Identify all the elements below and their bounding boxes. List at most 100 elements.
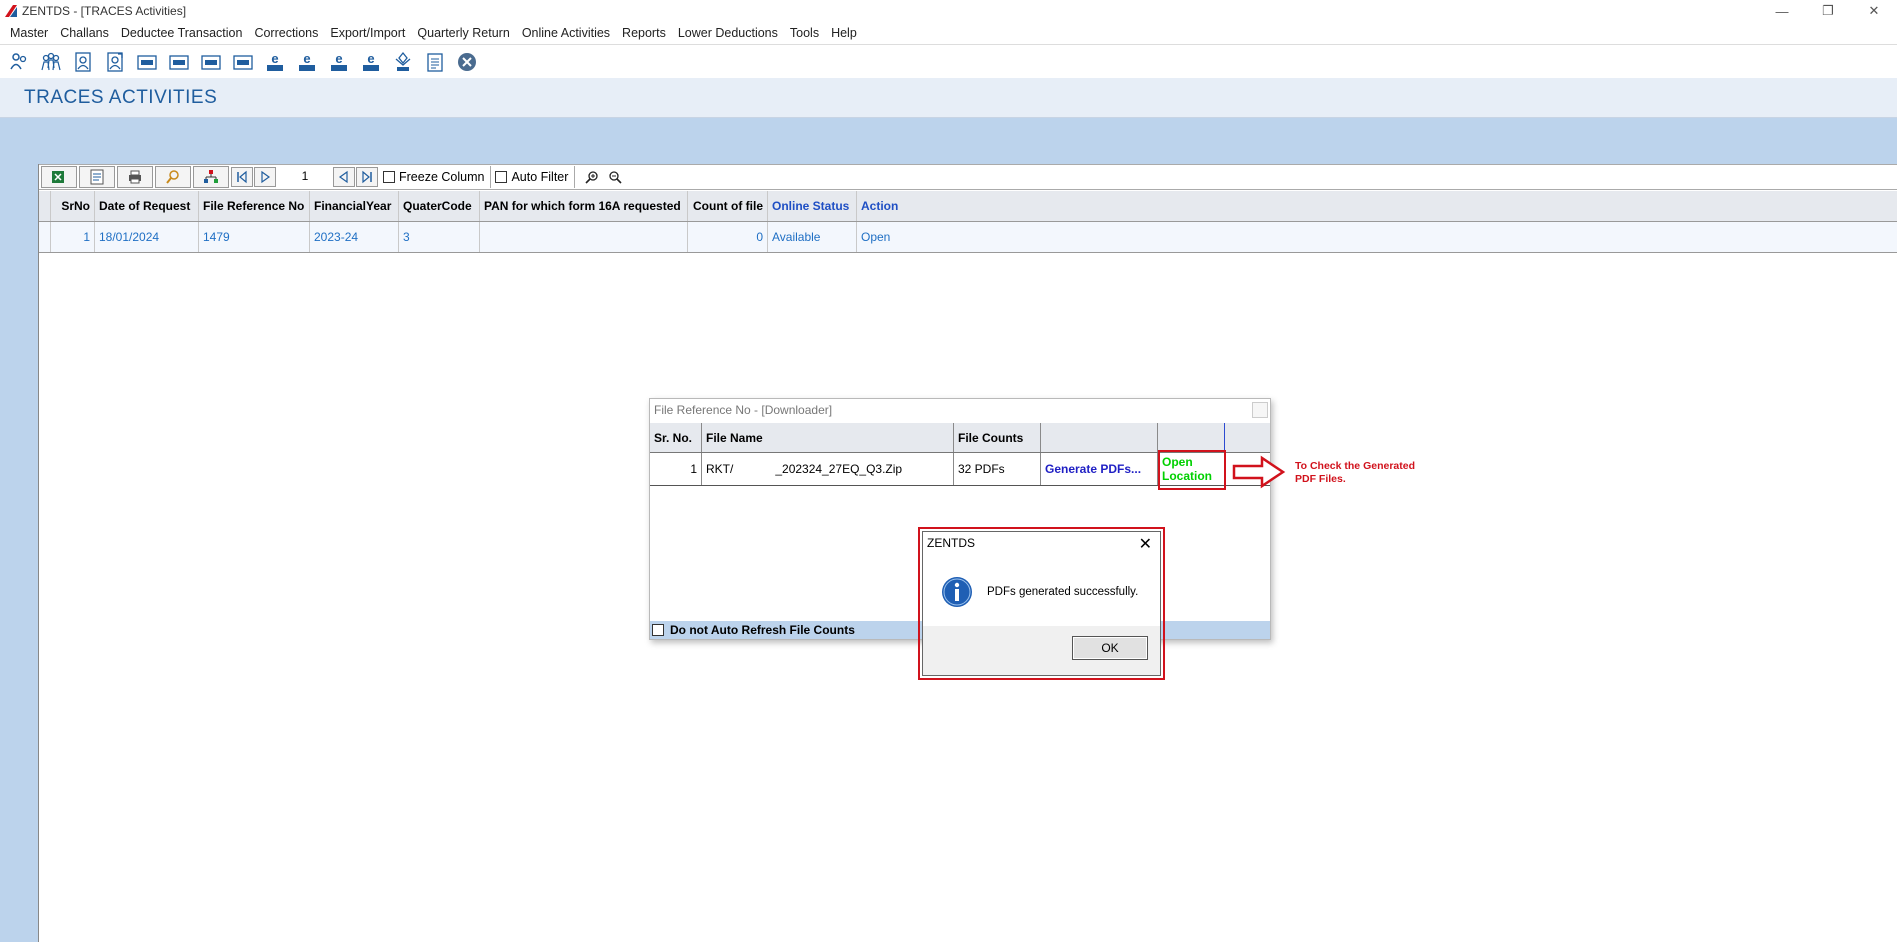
menu-online-activities[interactable]: Online Activities [516, 26, 616, 40]
auto-refresh-label: Do not Auto Refresh File Counts [670, 623, 855, 637]
window-controls: — ❐ ✕ [1759, 0, 1897, 22]
csv-icon [90, 169, 104, 185]
employee-icon[interactable] [68, 48, 98, 76]
message-box: ZENTDS ✕ PDFs generated successfully. OK [922, 531, 1161, 676]
downloader-close-button[interactable] [1252, 402, 1268, 418]
print-button[interactable] [117, 166, 153, 188]
auto-refresh-checkbox[interactable] [652, 624, 664, 636]
form27q-icon[interactable] [196, 48, 226, 76]
message-box-title: ZENTDS [927, 536, 975, 550]
title-bar: ZENTDS - [TRACES Activities] — ❐ ✕ [0, 0, 1897, 22]
menu-quarterly-return[interactable]: Quarterly Return [411, 26, 515, 40]
first-page-icon [237, 170, 247, 184]
excel-icon [52, 171, 64, 183]
form27eq-icon[interactable] [228, 48, 258, 76]
cell-quarter: 3 [399, 222, 480, 252]
auto-filter-toggle[interactable]: Auto Filter [495, 166, 576, 188]
export-csv-button[interactable] [79, 166, 115, 188]
exit-icon[interactable] [452, 48, 482, 76]
menu-lower-deductions[interactable]: Lower Deductions [672, 26, 784, 40]
downloader-title: File Reference No - [Downloader] [650, 399, 1270, 421]
menu-help[interactable]: Help [825, 26, 863, 40]
find-button[interactable] [155, 166, 191, 188]
deductor-icon[interactable] [4, 48, 34, 76]
dl-col-file-name: File Name [702, 423, 954, 452]
freeze-column-checkbox[interactable] [383, 171, 395, 183]
zoom-out-button[interactable] [604, 167, 626, 187]
generate-pdfs-link[interactable]: Generate PDFs... [1041, 453, 1158, 485]
col-date-of-request[interactable]: Date of Request [95, 191, 199, 221]
main-toolbar: e e e e [0, 44, 1897, 78]
e24q-icon[interactable]: e [260, 48, 290, 76]
form26q-icon[interactable] [164, 48, 194, 76]
message-box-close-button[interactable]: ✕ [1139, 534, 1152, 554]
file-name-prefix: RKT/ [706, 462, 734, 476]
first-page-button[interactable] [231, 167, 253, 187]
menu-reports[interactable]: Reports [616, 26, 672, 40]
page-number[interactable]: 1 [277, 166, 333, 188]
play-icon [261, 170, 271, 184]
zoom-in-button[interactable] [581, 167, 603, 187]
cell-srno: 1 [51, 222, 95, 252]
row-indicator [39, 222, 51, 252]
col-quater-code[interactable]: QuaterCode [399, 191, 480, 221]
dl-col-srno: Sr. No. [650, 423, 702, 452]
minimize-button[interactable]: — [1759, 0, 1805, 22]
next-page-button[interactable] [254, 167, 276, 187]
notepad-icon[interactable] [420, 48, 450, 76]
svg-text:e: e [367, 51, 374, 66]
auto-filter-label: Auto Filter [511, 170, 569, 184]
tds-icon[interactable] [388, 48, 418, 76]
menu-deductee-transaction[interactable]: Deductee Transaction [115, 26, 249, 40]
col-file-reference-no[interactable]: File Reference No [199, 191, 310, 221]
e26q-icon[interactable]: e [292, 48, 322, 76]
last-page-button[interactable] [356, 167, 378, 187]
annotation-text: To Check the Generated PDF Files. [1295, 460, 1416, 485]
col-action[interactable]: Action [857, 191, 1897, 221]
cell-count: 0 [688, 222, 768, 252]
freeze-column-toggle[interactable]: Freeze Column [383, 166, 492, 188]
ok-button[interactable]: OK [1072, 636, 1148, 660]
info-icon [942, 577, 972, 607]
dl-cell-srno: 1 [650, 453, 702, 485]
cell-status: Available [768, 222, 857, 252]
e27eq-icon[interactable]: e [356, 48, 386, 76]
col-count-of-file[interactable]: Count of file [688, 191, 768, 221]
menu-corrections[interactable]: Corrections [248, 26, 324, 40]
window-title: ZENTDS - [TRACES Activities] [22, 4, 187, 18]
previous-page-button[interactable] [333, 167, 355, 187]
col-pan[interactable]: PAN for which form 16A requested [480, 191, 688, 221]
menu-master[interactable]: Master [4, 26, 54, 40]
col-online-status[interactable]: Online Status [768, 191, 857, 221]
dl-col-open [1158, 423, 1225, 452]
auto-filter-checkbox[interactable] [495, 171, 508, 183]
row-indicator-header [39, 191, 51, 221]
menu-export-import[interactable]: Export/Import [324, 26, 411, 40]
menu-tools[interactable]: Tools [784, 26, 825, 40]
menu-bar: Master Challans Deductee Transaction Cor… [0, 22, 1897, 44]
dl-cell-file-name: RKT/ _202324_27EQ_Q3.Zip [702, 453, 954, 485]
cell-action-open-link[interactable]: Open [857, 222, 1897, 252]
group-button[interactable] [193, 166, 229, 188]
col-financial-year[interactable]: FinancialYear [310, 191, 399, 221]
freeze-column-label: Freeze Column [399, 170, 485, 184]
zoom-out-icon [609, 171, 622, 184]
svg-text:e: e [335, 51, 342, 66]
menu-challans[interactable]: Challans [54, 26, 115, 40]
page-header: TRACES ACTIVITIES [0, 78, 1897, 118]
close-window-button[interactable]: ✕ [1851, 0, 1897, 22]
table-row[interactable]: 1 18/01/2024 1479 2023-24 3 0 Available … [39, 222, 1897, 253]
dl-col-file-counts: File Counts [954, 423, 1041, 452]
last-page-icon [362, 170, 372, 184]
zoom-in-icon [585, 171, 599, 184]
e27q-icon[interactable]: e [324, 48, 354, 76]
downloader-header-row: Sr. No. File Name File Counts [650, 423, 1270, 453]
printer-icon [129, 170, 141, 184]
svg-text:e: e [271, 51, 278, 66]
deductees-icon[interactable] [36, 48, 66, 76]
export-excel-button[interactable] [41, 166, 77, 188]
restore-button[interactable]: ❐ [1805, 0, 1851, 22]
employee2-icon[interactable] [100, 48, 130, 76]
form24q-icon[interactable] [132, 48, 162, 76]
col-srno[interactable]: SrNo [51, 191, 95, 221]
